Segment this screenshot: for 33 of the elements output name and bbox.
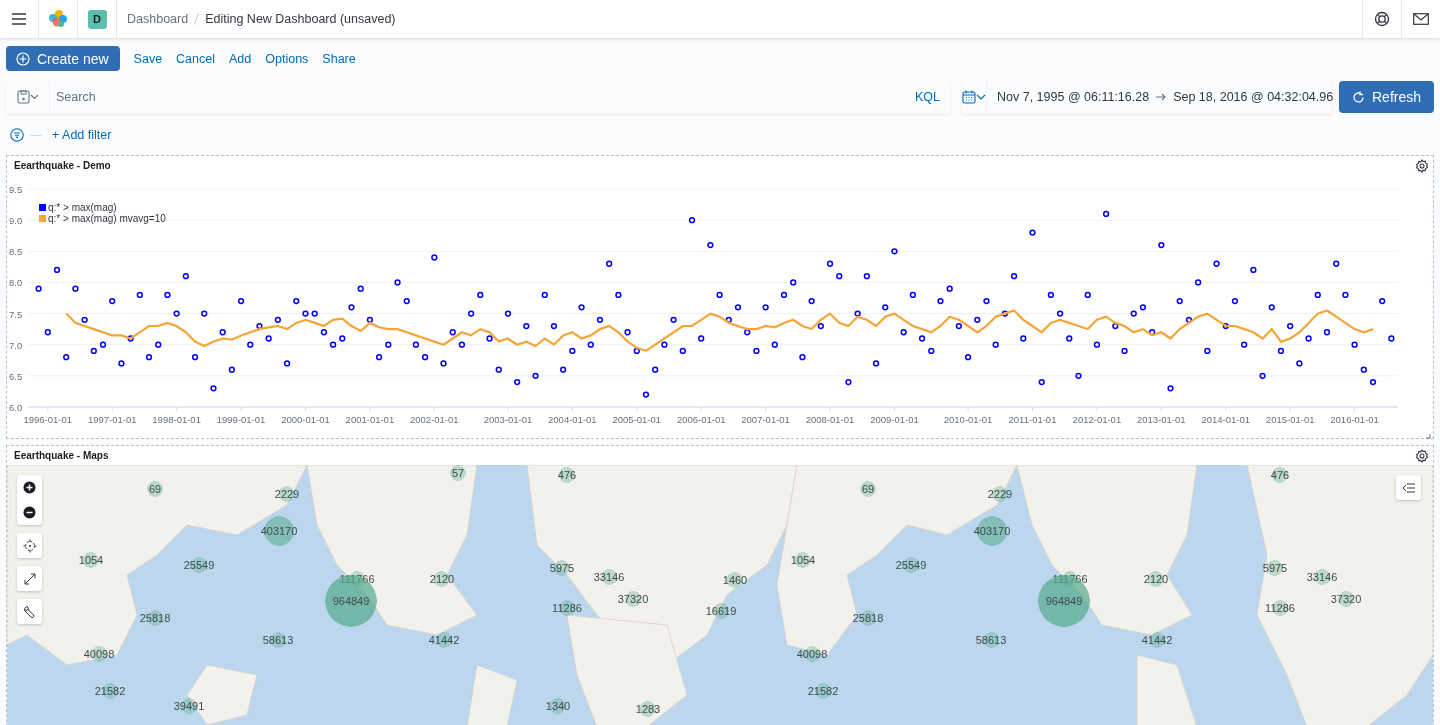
- axis-label: 7.0: [9, 339, 23, 351]
- panel-title: Eearthquake - Demo: [14, 160, 111, 171]
- axis-label: 1998-01-01: [152, 414, 201, 425]
- legend-item: q:* > max(mag): [39, 202, 117, 213]
- axis-label: 2004-01-01: [548, 414, 597, 425]
- axis-label: 1997-01-01: [87, 414, 137, 425]
- axis-label: 1999-01-01: [216, 414, 266, 425]
- axis-label: 2006-01-01: [676, 414, 726, 425]
- legend-item: q:* > max(mag) mvavg=10: [39, 213, 166, 224]
- axis-label: 2009-01-01: [870, 414, 919, 425]
- axis-label: 2016-01-01: [1330, 414, 1379, 425]
- axis-label: 2007-01-01: [741, 414, 790, 425]
- axis-label: 2000-01-01: [281, 414, 330, 425]
- axis-label: 2011-01-01: [1008, 414, 1057, 425]
- axis-label: 1996-01-01: [23, 414, 73, 425]
- axis-label: 2005-01-01: [612, 414, 662, 425]
- axis-label: 2012-01-01: [1072, 414, 1122, 425]
- axis-label: 2003-01-01: [483, 414, 533, 425]
- panel-title: Eearthquake - Maps: [14, 450, 109, 461]
- axis-label: 2014-01-01: [1201, 414, 1251, 425]
- axis-label: 2010-01-01: [943, 414, 993, 425]
- axis-label: 8.0: [9, 277, 23, 289]
- axis-label: 9.5: [9, 184, 23, 195]
- axis-label: 2015-01-01: [1265, 414, 1315, 425]
- axis-label: 6.5: [9, 370, 23, 382]
- axis-label: 2013-01-01: [1137, 414, 1186, 425]
- axis-label: 2008-01-01: [805, 414, 855, 425]
- axis-label: 7.5: [9, 308, 23, 320]
- axis-label: 2001-01-01: [345, 414, 395, 425]
- axis-label: 9.0: [9, 215, 23, 227]
- axis-label: 6.0: [9, 402, 23, 413]
- axis-label: 2002-01-01: [410, 414, 459, 425]
- axis-label: 8.5: [9, 246, 23, 258]
